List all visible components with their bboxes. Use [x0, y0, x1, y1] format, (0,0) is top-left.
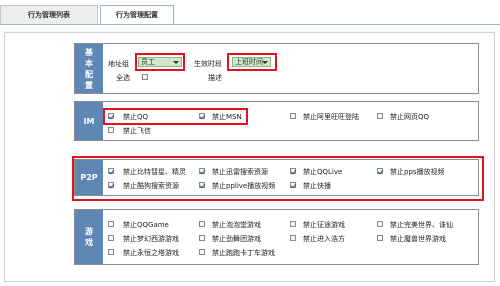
tab-divider: [0, 24, 500, 25]
section-games-label: 游戏: [75, 210, 103, 264]
all-select-label: 全选: [116, 74, 130, 82]
label-forbid-webqq: 禁止网页QQ: [390, 113, 430, 121]
label-forbid-fetion: 禁止飞信: [123, 127, 151, 135]
checkbox-forbid-paopaotang[interactable]: [199, 221, 205, 227]
label-forbid-qqgame: 禁止QQGame: [123, 221, 169, 229]
section-basic-label: 基本配置: [75, 44, 103, 93]
checkbox-forbid-webqq[interactable]: [377, 113, 383, 119]
tab-bar: 行为管理列表 行为管理配置: [0, 0, 500, 25]
all-select-checkbox[interactable]: [142, 74, 148, 80]
checkbox-forbid-zhengtu[interactable]: [290, 221, 296, 227]
label-forbid-wow: 禁止魔兽世界游戏: [390, 235, 446, 243]
checkbox-forbid-fetion[interactable]: [108, 127, 114, 133]
section-games: 游戏 禁止QQGame 禁止泡泡堂游戏 禁止征途游戏 禁止完美世界、诛仙 禁止梦…: [74, 209, 479, 265]
label-forbid-paopaotang: 禁止泡泡堂游戏: [212, 221, 261, 229]
tab-behavior-config[interactable]: 行为管理配置: [100, 5, 174, 25]
highlight-p2p-section: [72, 156, 484, 201]
checkbox-forbid-kartrider[interactable]: [199, 249, 205, 255]
label-forbid-audition: 禁止劲舞团游戏: [212, 235, 261, 243]
games-sidebar-text: 游戏: [85, 227, 93, 247]
checkbox-forbid-haofang[interactable]: [290, 235, 296, 241]
address-group-label: 地址组: [108, 60, 129, 68]
checkbox-forbid-menghuanxiyou[interactable]: [108, 235, 114, 241]
section-im-label: IM: [75, 102, 103, 140]
label-forbid-zhengtu: 禁止征途游戏: [303, 221, 345, 229]
tab-behavior-list[interactable]: 行为管理列表: [0, 5, 98, 24]
checkbox-forbid-qqgame[interactable]: [108, 221, 114, 227]
label-forbid-menghuanxiyou: 禁止梦幻西游游戏: [123, 235, 179, 243]
time-label: 生效时段: [194, 60, 222, 68]
label-forbid-kartrider: 禁止跑跑卡丁车游戏: [212, 249, 275, 257]
highlight-time-period: [227, 53, 277, 71]
highlight-im-qq-msn: [103, 108, 248, 125]
highlight-address-group: [135, 53, 185, 71]
checkbox-forbid-wow[interactable]: [377, 235, 383, 241]
checkbox-forbid-perfectworld[interactable]: [377, 221, 383, 227]
label-forbid-perfectworld: 禁止完美世界、诛仙: [390, 221, 453, 229]
label-forbid-haofang: 禁止进入浩方: [303, 235, 345, 243]
checkbox-forbid-audition[interactable]: [199, 235, 205, 241]
checkbox-forbid-aion[interactable]: [108, 249, 114, 255]
desc-label: 描述: [208, 74, 222, 82]
label-forbid-aion: 禁止永恒之塔游戏: [123, 249, 179, 257]
basic-sidebar-text: 基本配置: [85, 47, 93, 90]
checkbox-forbid-aliwangwang[interactable]: [290, 113, 296, 119]
label-forbid-aliwangwang: 禁止阿里旺旺登陆: [303, 113, 359, 121]
